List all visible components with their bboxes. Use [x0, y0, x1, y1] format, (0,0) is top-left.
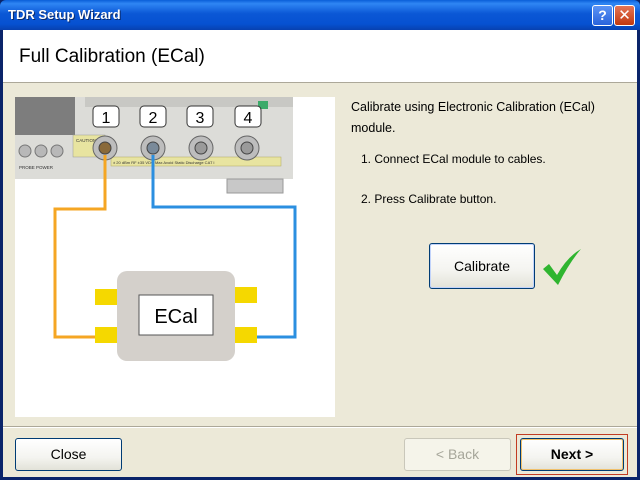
- port-2-label: 2: [149, 110, 158, 127]
- ecal-connector-left-top: [95, 289, 119, 305]
- next-button-focus-frame: Next >: [516, 434, 628, 475]
- ecal-connector-right-top: [233, 287, 257, 303]
- wizard-client-area: Full Calibration (ECal) ± 20 dBm RF ±35 …: [3, 30, 637, 477]
- instruction-step-2: 2. Press Calibrate button.: [361, 192, 497, 206]
- close-icon: ✕: [618, 7, 631, 24]
- calibrate-button[interactable]: Calibrate: [429, 243, 535, 289]
- next-button[interactable]: Next >: [520, 438, 624, 471]
- window-title: TDR Setup Wizard: [8, 7, 121, 22]
- header-band: Full Calibration (ECal): [3, 30, 637, 83]
- port-4-center: [240, 141, 254, 155]
- back-button: < Back: [404, 438, 511, 471]
- probe-power-jack-1: [18, 144, 32, 158]
- close-button[interactable]: Close: [15, 438, 122, 471]
- connection-diagram-svg: ± 20 dBm RF ±35 VDC Max Avoid Static Dis…: [15, 97, 297, 361]
- checkmark-icon: [543, 249, 581, 285]
- instruction-step-1: 1. Connect ECal module to cables.: [361, 152, 546, 166]
- page-title: Full Calibration (ECal): [19, 46, 205, 67]
- help-icon: ?: [598, 7, 607, 23]
- help-button[interactable]: ?: [592, 5, 613, 26]
- probe-power-label: PROBE POWER: [19, 165, 54, 170]
- instructions-intro: Calibrate using Electronic Calibration (…: [351, 100, 595, 135]
- title-bar[interactable]: TDR Setup Wizard ? ✕: [0, 0, 640, 30]
- port-2-center: [146, 141, 160, 155]
- window-close-button[interactable]: ✕: [614, 5, 635, 26]
- probe-power-jack-3: [50, 144, 64, 158]
- port-1-center: [98, 141, 112, 155]
- cable-port-1: [53, 155, 107, 339]
- probe-power-jack-2: [34, 144, 48, 158]
- wizard-window: TDR Setup Wizard ? ✕ Full Calibration (E…: [0, 0, 640, 480]
- warning-strip-text: ± 20 dBm RF ±35 VDC Max Avoid Static Dis…: [113, 160, 215, 165]
- port-1-label: 1: [102, 110, 111, 127]
- connection-diagram: ± 20 dBm RF ±35 VDC Max Avoid Static Dis…: [15, 97, 335, 417]
- port-3-center: [194, 141, 208, 155]
- ecal-connector-left-bottom: [95, 327, 119, 343]
- ecal-connector-right-bottom: [233, 327, 257, 343]
- instrument-foot: [226, 178, 284, 194]
- ecal-module-label: ECal: [154, 306, 197, 328]
- footer-divider: [3, 426, 637, 428]
- port-4-label: 4: [244, 110, 253, 127]
- port-3-label: 3: [196, 110, 205, 127]
- caution-label-text: CAUTION: [76, 138, 96, 143]
- instrument-display: [15, 97, 75, 135]
